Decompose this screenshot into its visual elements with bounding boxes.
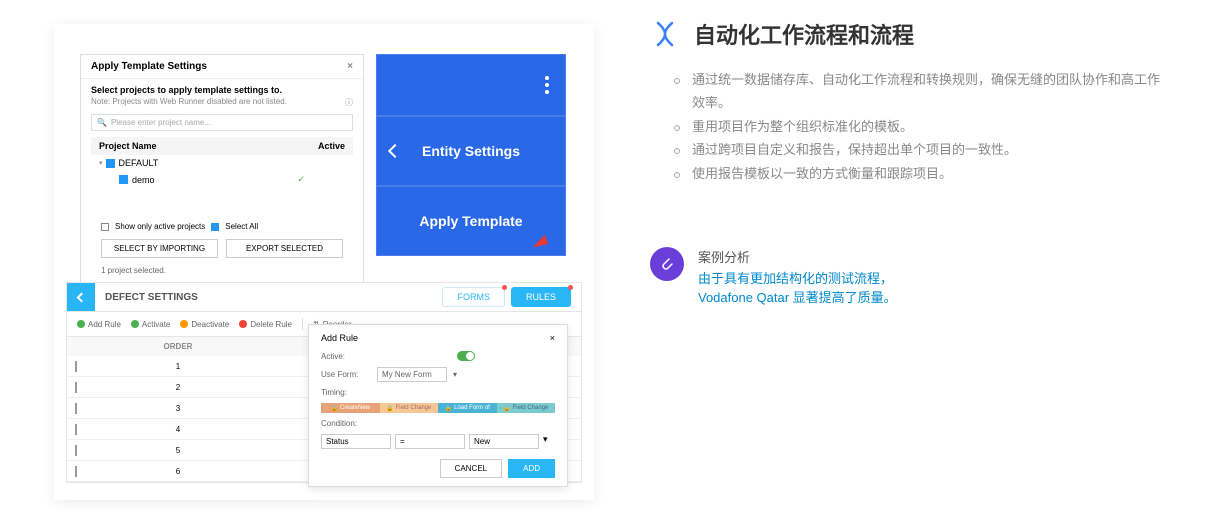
timing-label: Timing: [321, 388, 347, 397]
chevron-down-icon: ▾ [543, 434, 548, 449]
project-checkbox[interactable] [119, 175, 128, 184]
form-select[interactable]: My New Form [377, 367, 447, 382]
cancel-button[interactable]: CANCEL [440, 459, 502, 478]
check-icon: ✓ [297, 174, 305, 185]
delete-rule-button[interactable]: Delete Rule [239, 320, 292, 329]
workflow-icon [650, 19, 680, 49]
row-checkbox[interactable] [75, 445, 77, 456]
selected-count: 1 project selected. [91, 262, 353, 279]
chevron-left-icon [76, 292, 86, 302]
order-cell: 1 [99, 362, 257, 371]
apply-template-modal: Apply Template Settings × Select project… [80, 54, 364, 286]
condition-field-select[interactable]: Status [321, 434, 391, 449]
feature-bullet: 重用项目作为整个组织标准化的模板。 [680, 115, 1170, 138]
order-cell: 2 [99, 383, 257, 392]
mobile-panel: Entity Settings Apply Template [376, 54, 566, 256]
delete-icon [239, 320, 247, 328]
col-order: ORDER [99, 342, 257, 351]
case-study-label: 案例分析 [698, 247, 897, 266]
expand-caret-icon[interactable]: ▾ [99, 159, 103, 167]
order-cell: 5 [99, 446, 257, 455]
col-project-name: Project Name [99, 141, 318, 151]
apply-template-row[interactable]: Apply Template [376, 186, 566, 256]
pointer-arrow-icon [530, 235, 548, 250]
feature-title: 自动化工作流程和流程 [694, 18, 914, 50]
export-selected-button[interactable]: EXPORT SELECTED [226, 239, 343, 258]
lock-icon: 🔒 [445, 405, 452, 412]
active-label: Active: [321, 352, 371, 361]
row-checkbox[interactable] [75, 424, 77, 435]
menu-dots-icon[interactable] [545, 76, 549, 94]
lock-icon: 🔒 [386, 405, 393, 412]
deactivate-button[interactable]: Deactivate [180, 320, 229, 329]
project-search[interactable]: 🔍 Please enter project name... [91, 114, 353, 131]
entity-settings-label: Entity Settings [422, 143, 520, 159]
order-cell: 6 [99, 467, 257, 476]
tab-forms[interactable]: FORMS [442, 287, 505, 307]
search-icon: 🔍 [97, 118, 107, 127]
chevron-left-icon [388, 144, 402, 158]
active-toggle[interactable] [457, 351, 475, 361]
plus-icon [77, 320, 85, 328]
activate-button[interactable]: Activate [131, 320, 170, 329]
modal-note: Note: Projects with Web Runner disabled … [91, 97, 287, 108]
mobile-header [376, 54, 566, 116]
condition-value-select[interactable]: New [469, 434, 539, 449]
select-by-importing-button[interactable]: SELECT BY IMPORTING [101, 239, 218, 258]
close-icon[interactable]: × [347, 61, 353, 72]
order-cell: 4 [99, 425, 257, 434]
lock-icon: 🔒 [331, 405, 338, 412]
add-button[interactable]: ADD [508, 459, 555, 478]
condition-op-select[interactable]: = [395, 434, 465, 449]
chevron-down-icon: ▾ [453, 370, 457, 379]
separator [302, 318, 303, 330]
feature-description: 自动化工作流程和流程 通过统一数据储存库、自动化工作流程和转换规则，确保无缝的团… [650, 18, 1170, 308]
entity-settings-row[interactable]: Entity Settings [376, 116, 566, 186]
tab-rules[interactable]: RULES [511, 287, 571, 307]
defect-title: DEFECT SETTINGS [105, 292, 198, 303]
add-rule-button[interactable]: Add Rule [77, 320, 121, 329]
modal-title: Apply Template Settings [91, 61, 207, 72]
use-form-label: Use Form: [321, 370, 371, 379]
project-name: demo [132, 175, 155, 185]
show-active-checkbox[interactable] [101, 223, 109, 231]
project-group: DEFAULT [119, 158, 159, 168]
show-active-label: Show only active projects [115, 222, 205, 231]
screenshot-composite: Apply Template Settings × Select project… [54, 24, 594, 500]
add-rule-title: Add Rule [321, 333, 358, 343]
add-rule-dialog: Add Rule × Active: Use Form: My New Form… [308, 324, 568, 487]
back-button[interactable] [67, 283, 95, 311]
timing-bar[interactable]: 🔒CreateNew 🔒Field Change 🔒Load Form of 🔒… [321, 403, 555, 413]
info-icon[interactable]: ⓘ [345, 97, 353, 108]
row-checkbox[interactable] [75, 403, 77, 414]
case-study-link[interactable]: 由于具有更加结构化的测试流程， Vodafone Qatar 显著提高了质量。 [698, 269, 897, 308]
group-checkbox[interactable] [106, 159, 115, 168]
row-checkbox[interactable] [75, 466, 77, 477]
attachment-icon [650, 247, 684, 281]
activate-icon [131, 320, 139, 328]
row-checkbox[interactable] [75, 361, 77, 372]
modal-subtitle: Select projects to apply template settin… [91, 85, 353, 95]
feature-bullet: 通过统一数据储存库、自动化工作流程和转换规则，确保无缝的团队协作和高工作效率。 [680, 68, 1170, 115]
col-active: Active [318, 141, 345, 151]
condition-label: Condition: [321, 419, 357, 428]
row-checkbox[interactable] [75, 382, 77, 393]
apply-template-label: Apply Template [419, 213, 522, 229]
feature-bullet: 使用报告模板以一致的方式衡量和跟踪项目。 [680, 162, 1170, 185]
select-all-checkbox[interactable] [211, 223, 219, 231]
order-cell: 3 [99, 404, 257, 413]
lock-icon: 🔒 [503, 405, 510, 412]
deactivate-icon [180, 320, 188, 328]
select-all-label: Select All [225, 222, 258, 231]
close-icon[interactable]: × [550, 333, 555, 343]
feature-bullet: 通过跨项目自定义和报告，保持超出单个项目的一致性。 [680, 138, 1170, 161]
search-placeholder: Please enter project name... [111, 118, 211, 127]
